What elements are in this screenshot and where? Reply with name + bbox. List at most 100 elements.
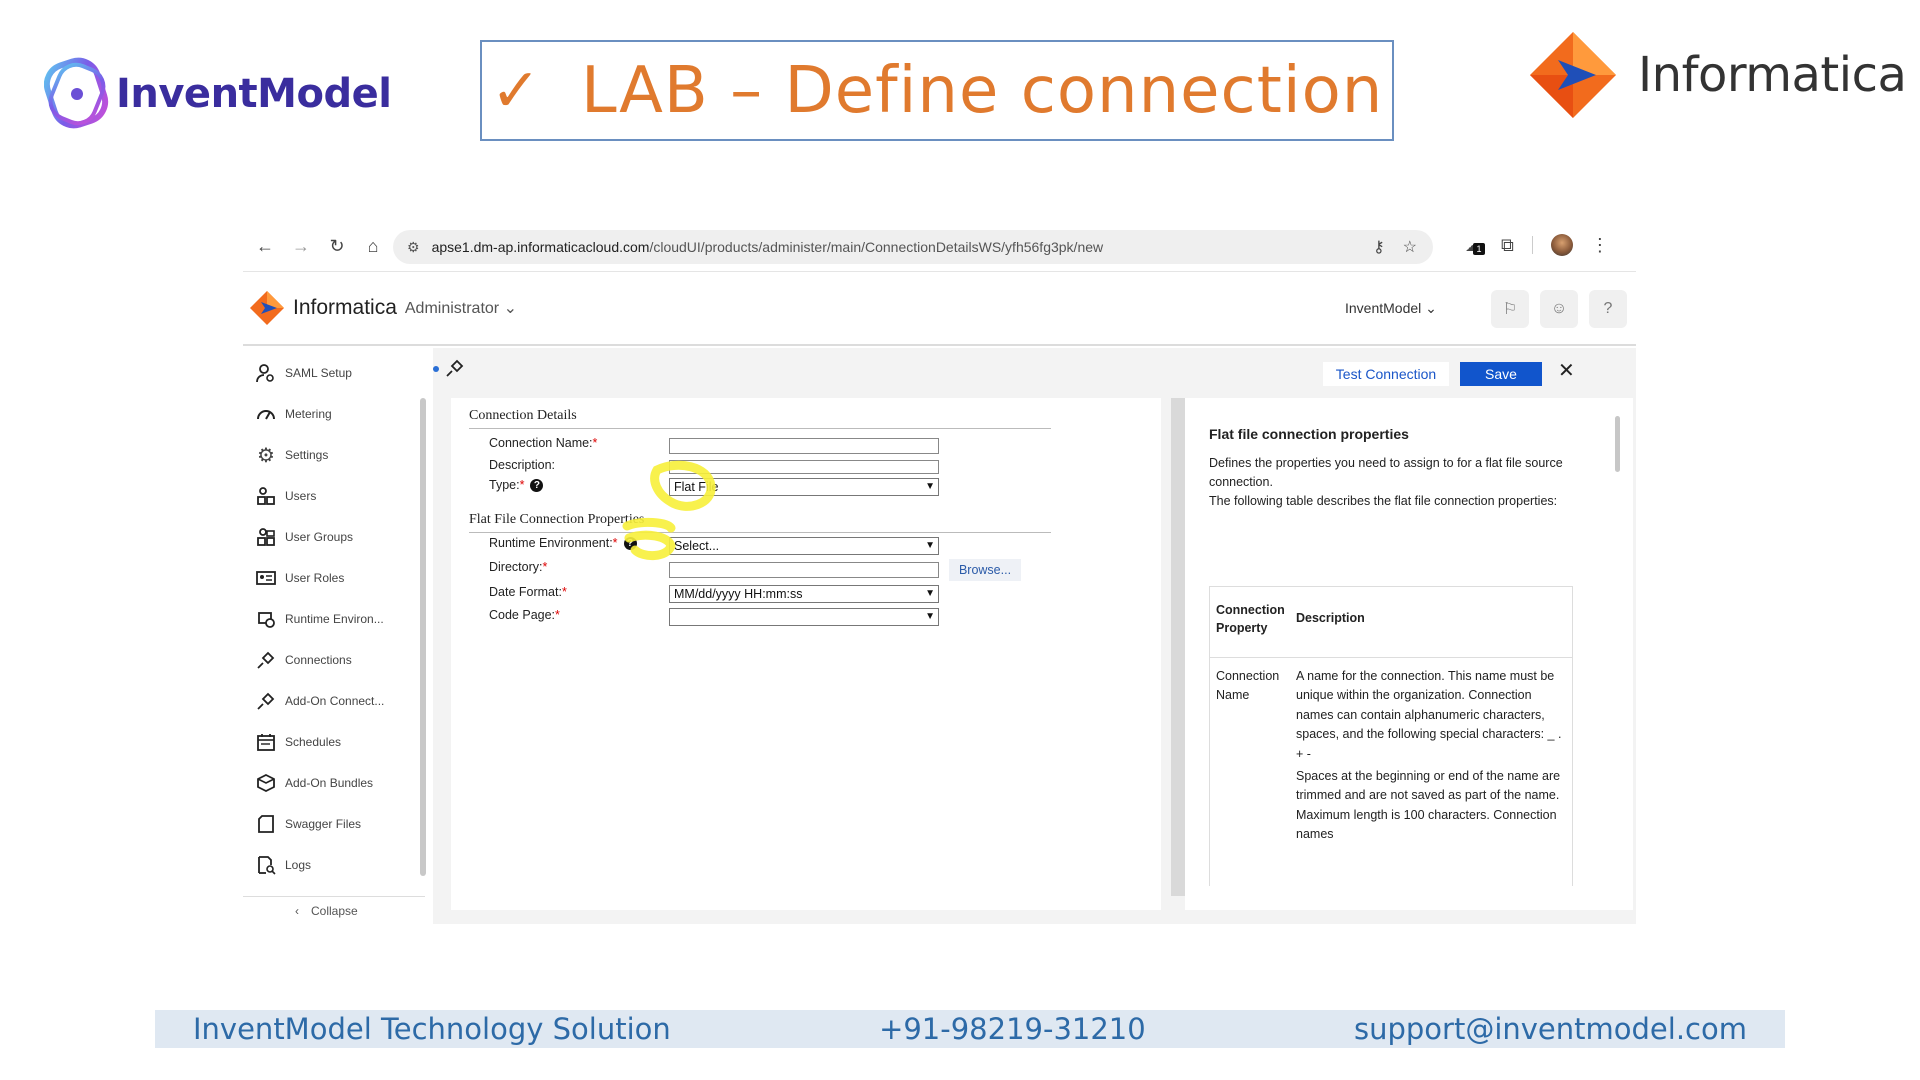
cloud-extension-icon[interactable]: ☁1	[1465, 235, 1485, 256]
sidebar-item-logs[interactable]: Logs	[255, 850, 311, 880]
sidebar-item-swagger-files[interactable]: Swagger Files	[255, 809, 361, 839]
connection-name-input[interactable]	[669, 438, 939, 454]
sidebar-item-runtime-environments[interactable]: Runtime Environ...	[255, 604, 384, 634]
home-icon[interactable]: ⌂	[355, 236, 391, 257]
org-switcher[interactable]: InventModel ⌄	[1345, 300, 1437, 317]
sidebar-scrollbar[interactable]	[420, 398, 426, 876]
back-arrow-icon[interactable]: ←	[247, 236, 283, 257]
address-bar[interactable]: ⚙ apse1.dm-ap.informaticacloud.com/cloud…	[393, 230, 1433, 264]
required-mark: *	[561, 585, 567, 599]
calendar-icon	[255, 731, 277, 753]
required-mark: *	[612, 536, 618, 550]
chevron-down-icon: ▼	[925, 481, 935, 492]
flat-file-properties-heading: Flat File Connection Properties	[469, 512, 645, 527]
plug-icon	[255, 690, 277, 712]
help-title: Flat file connection properties	[1209, 426, 1409, 442]
directory-label: Directory:*	[489, 560, 547, 574]
users-icon	[255, 485, 277, 507]
section-divider	[469, 428, 1051, 429]
panel-splitter[interactable]	[1171, 398, 1185, 896]
star-icon[interactable]: ☆	[1403, 237, 1417, 257]
chevron-down-icon: ▼	[925, 540, 935, 551]
type-selected-value: Flat File	[674, 480, 719, 494]
site-settings-icon[interactable]: ⚙	[407, 239, 420, 256]
profile-avatar[interactable]	[1550, 234, 1573, 256]
slide-title-box: ✓ LAB – Define connection	[480, 40, 1394, 141]
puzzle-icon[interactable]: ⧉	[1501, 235, 1514, 256]
chevron-down-icon: ⌄	[503, 300, 517, 317]
forward-arrow-icon[interactable]: →	[283, 236, 319, 257]
unsaved-indicator	[433, 366, 439, 372]
reload-icon[interactable]: ↻	[319, 236, 355, 257]
code-page-select[interactable]: ▼	[669, 608, 939, 626]
help-properties-table: Connection Property Description Connecti…	[1209, 586, 1573, 886]
plug-icon	[255, 649, 277, 671]
date-format-select[interactable]: MM/dd/yyyy HH:mm:ss ▼	[669, 585, 939, 603]
type-select[interactable]: Flat File ▼	[669, 478, 939, 496]
toolbar-divider	[1531, 236, 1533, 254]
collapse-label: Collapse	[311, 904, 358, 918]
sidebar-item-saml-setup[interactable]: SAML Setup	[255, 358, 352, 388]
description-label: Description:	[489, 458, 555, 472]
chevron-down-icon: ▼	[925, 588, 935, 599]
check-icon: ✓	[490, 55, 541, 126]
directory-input[interactable]	[669, 562, 939, 578]
inventmodel-logo: InventModel	[44, 54, 392, 134]
file-icon	[255, 813, 277, 835]
app-header: Informatica Administrator ⌄ InventModel …	[243, 272, 1636, 346]
main-content: Test Connection Save ✕ Connection Detail…	[433, 348, 1636, 924]
table-cell-description: A name for the connection. This name mus…	[1296, 669, 1562, 761]
connection-form: Connection Details Connection Name:* Des…	[451, 398, 1161, 910]
footer-phone: +91-98219-31210	[879, 1012, 1146, 1046]
sidebar-item-label: Add-On Connect...	[285, 694, 385, 708]
key-icon[interactable]: ⚷	[1373, 237, 1385, 257]
sidebar-item-label: User Roles	[285, 571, 345, 585]
sidebar-item-settings[interactable]: ⚙ Settings	[255, 440, 328, 470]
gauge-icon	[255, 403, 277, 425]
sidebar-item-label: Schedules	[285, 735, 342, 749]
help-button[interactable]: ?	[1589, 290, 1627, 328]
chevron-down-icon: ⌄	[1425, 300, 1437, 316]
close-icon[interactable]: ✕	[1558, 358, 1575, 383]
sidebar-item-connections[interactable]: Connections	[255, 645, 352, 675]
help-paragraph: Defines the properties you need to assig…	[1209, 456, 1563, 490]
sidebar-item-metering[interactable]: Metering	[255, 399, 332, 429]
sidebar-item-label: Connections	[285, 653, 352, 667]
sidebar-item-label: User Groups	[285, 530, 354, 544]
test-connection-button[interactable]: Test Connection	[1323, 362, 1449, 386]
code-page-label: Code Page:*	[489, 608, 560, 622]
cube-icon	[255, 772, 277, 794]
help-tooltip-icon[interactable]: ?	[530, 479, 544, 493]
table-cell-property: Connection Name	[1216, 669, 1280, 703]
slide-title: LAB – Define connection	[580, 53, 1384, 128]
label-text: Code Page:	[489, 608, 556, 622]
help-scrollbar[interactable]	[1615, 416, 1620, 472]
browse-button[interactable]: Browse...	[949, 559, 1021, 581]
help-paragraph: The following table describes the flat f…	[1209, 494, 1558, 508]
kebab-menu-icon[interactable]: ⋮	[1591, 235, 1609, 256]
extension-area: ☁1 ⧉ ⋮	[1465, 234, 1609, 256]
user-button[interactable]: ☺	[1540, 290, 1578, 328]
sidebar-item-user-groups[interactable]: User Groups	[255, 522, 353, 552]
flag-button[interactable]: ⚐	[1491, 290, 1529, 328]
sidebar-item-users[interactable]: Users	[255, 481, 316, 511]
chevron-left-icon: ‹	[295, 904, 299, 918]
description-input[interactable]	[669, 460, 939, 474]
sidebar-item-label: Users	[285, 489, 317, 503]
required-mark: *	[542, 560, 548, 574]
runtime-environment-select[interactable]: Select... ▼	[669, 537, 939, 555]
save-button[interactable]: Save	[1460, 362, 1542, 386]
sidebar-item-schedules[interactable]: Schedules	[255, 727, 341, 757]
sidebar-item-addon-bundles[interactable]: Add-On Bundles	[255, 768, 373, 798]
collapse-button[interactable]: ‹ Collapse	[295, 904, 358, 918]
footer-email: support@inventmodel.com	[1353, 1012, 1747, 1046]
module-switcher[interactable]: Administrator ⌄	[405, 298, 517, 318]
date-format-label: Date Format:*	[489, 585, 567, 599]
sidebar-item-user-roles[interactable]: User Roles	[255, 563, 344, 593]
inventmodel-wordmark: InventModel	[116, 71, 392, 117]
help-tooltip-icon[interactable]: ?	[623, 537, 637, 551]
connection-details-heading: Connection Details	[469, 408, 577, 423]
user-icon: ☺	[1550, 300, 1568, 317]
sidebar-item-addon-connectors[interactable]: Add-On Connect...	[255, 686, 384, 716]
id-card-icon	[255, 567, 277, 589]
